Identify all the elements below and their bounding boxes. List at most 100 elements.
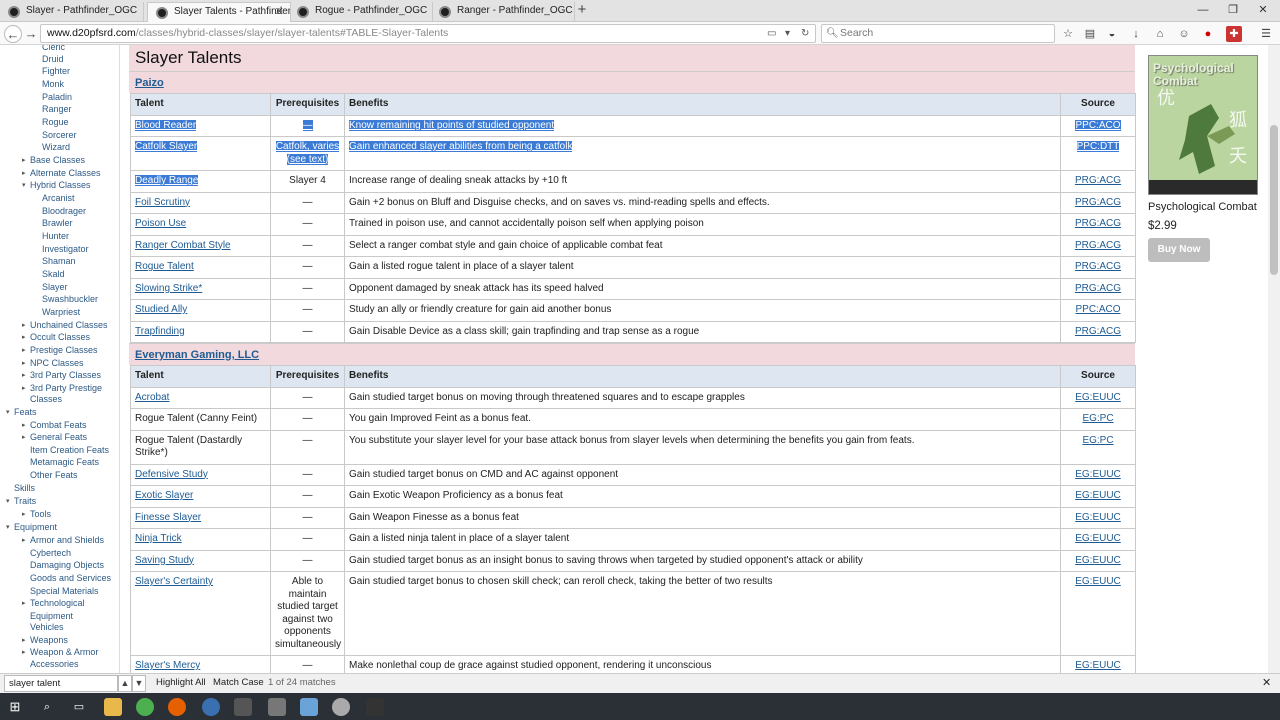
file-explorer-icon[interactable] (104, 698, 122, 716)
source-link[interactable]: EG:PC (1082, 435, 1113, 446)
find-next-icon[interactable]: ▼ (132, 675, 146, 692)
collapsed-arrow-icon[interactable]: ▸ (22, 598, 26, 609)
source-link[interactable]: EG:EUUC (1075, 469, 1121, 480)
sidebar-item[interactable]: Brawler (42, 218, 73, 229)
source-link[interactable]: PRG:ACG (1075, 261, 1121, 272)
app-icon[interactable] (366, 698, 384, 716)
talent-link[interactable]: Foil Scrutiny (135, 197, 190, 208)
source-link[interactable]: EG:EUUC (1075, 490, 1121, 501)
store-icon[interactable] (234, 698, 252, 716)
sidebar-item[interactable]: ▾ Traits (6, 496, 36, 507)
collapsed-arrow-icon[interactable]: ▸ (22, 432, 26, 443)
sidebar-item[interactable]: Arcanist (42, 193, 75, 204)
source-link[interactable]: PRG:ACG (1075, 175, 1121, 186)
menu-icon[interactable]: ☰ (1258, 26, 1274, 42)
source-link[interactable]: PRG:ACG (1075, 240, 1121, 251)
sidebar-item[interactable]: ▾ Feats (6, 407, 37, 418)
talent-link[interactable]: Ninja Trick (135, 533, 182, 544)
source-link[interactable]: PRG:ACG (1075, 218, 1121, 229)
source-link[interactable]: EG:EUUC (1075, 660, 1121, 671)
sidebar-item[interactable]: Skills (14, 483, 35, 494)
sidebar-item[interactable]: Cybertech (30, 548, 71, 559)
talent-link[interactable]: Studied Ally (135, 304, 187, 315)
sidebar-item[interactable]: Damaging Objects (30, 560, 104, 571)
section-link[interactable]: Paizo (135, 77, 164, 89)
reader-view-icon[interactable]: ▭ (767, 25, 776, 42)
sidebar-item[interactable]: Monk (42, 79, 64, 90)
sidebar-item[interactable]: Equipment (30, 611, 73, 622)
talent-link[interactable]: Slayer's Mercy (135, 660, 200, 671)
dropdown-icon[interactable]: ▾ (785, 25, 790, 42)
sidebar-item[interactable]: ▸ 3rd Party Classes (22, 370, 101, 381)
tab-slayer-talents[interactable]: Slayer Talents - Pathfinder_...✕ (147, 2, 291, 23)
adblock-icon[interactable]: ● (1200, 26, 1216, 42)
source-link[interactable]: PRG:ACG (1075, 283, 1121, 294)
talent-link[interactable]: Catfolk Slayer (135, 141, 198, 152)
sidebar-item[interactable]: Bloodrager (42, 206, 86, 217)
source-link[interactable]: EG:EUUC (1075, 512, 1121, 523)
collapsed-arrow-icon[interactable]: ▸ (22, 647, 26, 658)
sidebar-item[interactable]: ▾ Hybrid Classes (22, 180, 91, 191)
chrome-icon[interactable] (136, 698, 154, 716)
collapsed-arrow-icon[interactable]: ▸ (22, 383, 26, 394)
sidebar-item[interactable]: Special Materials (30, 586, 99, 597)
sidebar-item[interactable]: Druid (42, 54, 64, 65)
sidebar-item[interactable]: Cleric (42, 45, 65, 53)
sidebar-item[interactable]: Sorcerer (42, 130, 77, 141)
talent-link[interactable]: Rogue Talent (135, 261, 194, 272)
sidebar-item[interactable]: Fighter (42, 66, 70, 77)
sidebar-item[interactable]: Slayer (42, 282, 68, 293)
find-input[interactable]: slayer talent (4, 675, 118, 692)
tab-ranger[interactable]: Ranger - Pathfinder_OGC (431, 2, 575, 22)
book-cover-image[interactable]: Psychological Combat 优 狐 夭 (1148, 55, 1258, 195)
reload-icon[interactable]: ↻ (801, 25, 809, 42)
home-icon[interactable]: ⌂ (1152, 26, 1168, 42)
collapsed-arrow-icon[interactable]: ▸ (22, 635, 26, 646)
back-arrow-icon[interactable]: ← (4, 25, 22, 43)
collapsed-arrow-icon[interactable]: ▸ (22, 332, 26, 343)
extension-icon[interactable]: ✚ (1226, 26, 1242, 42)
source-link[interactable]: EG:PC (1082, 413, 1113, 424)
expanded-arrow-icon[interactable]: ▾ (6, 522, 10, 533)
sidebar-item[interactable]: ▸ Weapons (22, 635, 68, 646)
sidebar-item[interactable]: Hunter (42, 231, 69, 242)
source-link[interactable]: PRG:ACG (1075, 197, 1121, 208)
sidebar-item[interactable]: Rogue (42, 117, 69, 128)
new-tab-icon[interactable]: + (573, 1, 591, 19)
expanded-arrow-icon[interactable]: ▾ (6, 496, 10, 507)
sidebar-item[interactable]: ▸ Tools (22, 509, 51, 520)
sidebar-item[interactable]: Wizard (42, 142, 70, 153)
talent-link[interactable]: Exotic Slayer (135, 490, 193, 501)
source-link[interactable]: PPC:ACO (1075, 119, 1121, 131)
talent-link[interactable]: Deadly Range (135, 175, 199, 186)
source-link[interactable]: PPC:DTT (1076, 141, 1120, 152)
reading-list-icon[interactable]: ▤ (1082, 26, 1098, 42)
talent-link[interactable]: Trapfinding (135, 326, 185, 337)
tab-slayer[interactable]: Slayer - Pathfinder_OGC (0, 2, 144, 22)
sidebar-item[interactable]: Vehicles (30, 622, 64, 633)
collapsed-arrow-icon[interactable]: ▸ (22, 168, 26, 179)
sidebar-item[interactable]: Accessories (30, 659, 79, 670)
buy-now-button[interactable]: Buy Now (1148, 238, 1210, 262)
sidebar-item[interactable]: Warpriest (42, 307, 80, 318)
sidebar-item[interactable]: Goods and Services (30, 573, 111, 584)
source-link[interactable]: PRG:ACG (1075, 326, 1121, 337)
bookmark-star-icon[interactable]: ☆ (1060, 26, 1076, 42)
firefox-icon[interactable] (168, 698, 186, 716)
forward-arrow-icon[interactable]: → (22, 25, 40, 43)
talent-link[interactable]: Slayer's Certainty (135, 576, 213, 587)
match-case-toggle[interactable]: Match Case (213, 674, 264, 692)
sidebar-item[interactable]: Item Creation Feats (30, 445, 109, 456)
sidebar-item[interactable]: ▾ Equipment (6, 522, 57, 533)
sidebar-item[interactable]: Classes (30, 394, 62, 405)
minimize-icon[interactable]: — (1188, 2, 1218, 18)
source-link[interactable]: EG:EUUC (1075, 555, 1121, 566)
download-icon[interactable]: ↓ (1128, 26, 1144, 42)
sidebar-item[interactable]: ▸ Technological (22, 598, 85, 609)
restore-icon[interactable]: ❐ (1218, 2, 1248, 18)
chat-icon[interactable]: ☺ (1176, 26, 1192, 42)
talent-link[interactable]: Finesse Slayer (135, 512, 201, 523)
expanded-arrow-icon[interactable]: ▾ (6, 407, 10, 418)
collapsed-arrow-icon[interactable]: ▸ (22, 320, 26, 331)
app-icon[interactable] (300, 698, 318, 716)
